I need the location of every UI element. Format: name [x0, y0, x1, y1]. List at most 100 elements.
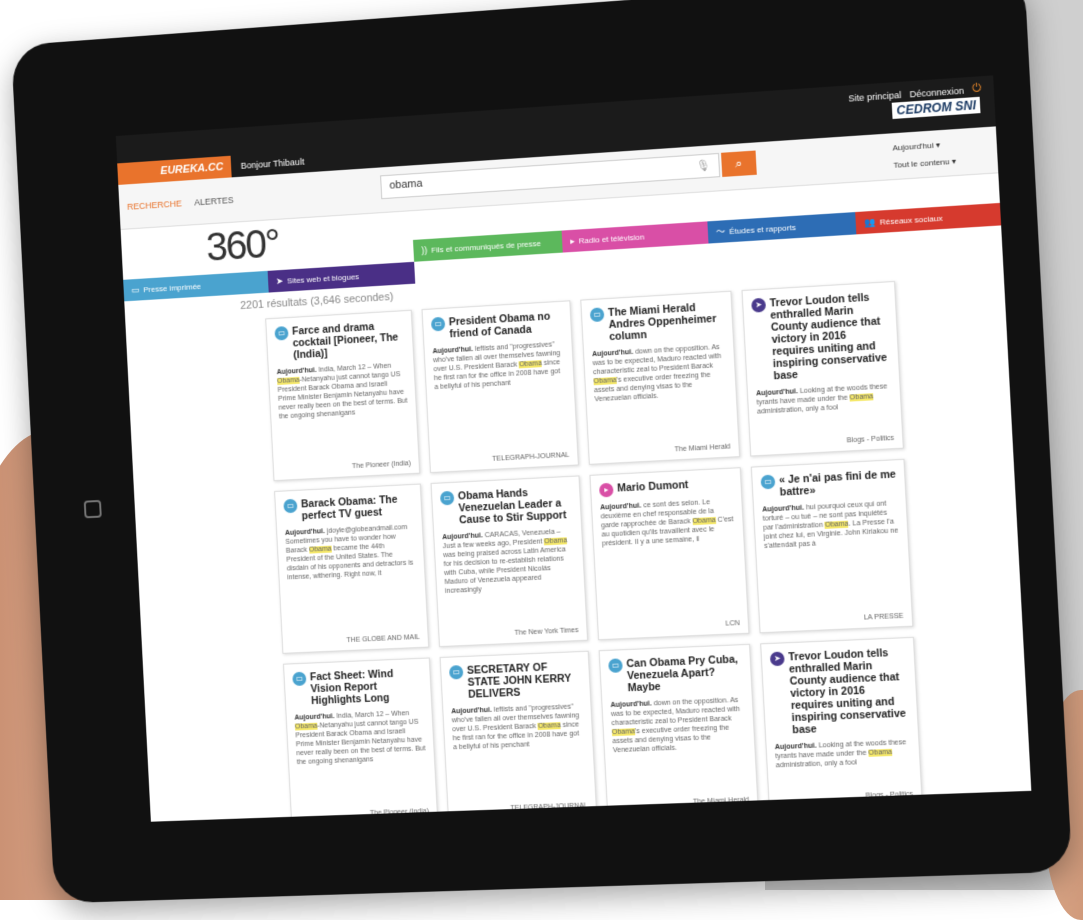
card-header: ▭ Barack Obama: The perfect TV guest — [283, 493, 413, 523]
tab-radio-television[interactable]: ▸ Radio et télévision — [561, 221, 709, 253]
card-highlight: Obama — [308, 545, 332, 554]
result-card[interactable]: ▭ President Obama no friend of Canada Aujo… — [421, 300, 579, 474]
card-header: ▭ Can Obama Pry Cuba, Venezuela Apart? Ma… — [608, 653, 743, 695]
tab-etudes-rapports[interactable]: 〜 Études et rapports — [707, 212, 857, 244]
result-card[interactable]: ▭ Can Obama Pry Cuba, Venezuela Apart? Ma… — [598, 643, 759, 816]
results-count: 2201 résultats (3,646 secondes) — [239, 290, 394, 313]
card-header: ▭ Farce and drama cocktail [Pioneer, The … — [274, 319, 405, 362]
search-icon: ⌕ — [734, 155, 743, 172]
category-label: Presse imprimée — [143, 281, 202, 295]
card-snippet: Aujourd'hui. leftists and "progressives"… — [432, 340, 565, 392]
result-card[interactable]: ▸ Mario Dumont Aujourd'hui. ce sont des se… — [589, 467, 750, 641]
people-icon: 👥 — [863, 216, 876, 228]
card-lead: Aujourd'hui. — [276, 366, 317, 377]
card-lead: Aujourd'hui. — [591, 348, 634, 359]
card-title[interactable]: Fact Sheet: Wind Vision Report Highlight… — [310, 667, 423, 707]
card-highlight: Obama — [537, 722, 562, 730]
category-label: Radio et télévision — [578, 232, 645, 246]
category-label: Sites web et blogues — [286, 272, 360, 286]
category-label: Fils et communiqués de presse — [431, 238, 542, 255]
card-source: The Miami Herald — [692, 796, 750, 806]
card-highlight: Obama — [518, 360, 543, 369]
cursor-icon: ➤ — [275, 275, 284, 287]
search-button[interactable]: ⌕ — [721, 150, 757, 177]
result-card[interactable]: ▭ Farce and drama cocktail [Pioneer, The … — [265, 309, 421, 482]
card-highlight: Obama — [277, 376, 300, 386]
card-header: ➤ Trevor Loudon tells enthralled Marin Co… — [751, 291, 891, 384]
card-title[interactable]: Barack Obama: The perfect TV guest — [301, 493, 414, 523]
tab-presse-imprimee[interactable]: ▭ Presse imprimée — [123, 270, 269, 302]
card-source: LCN — [725, 619, 740, 628]
result-card[interactable]: ▭ SECRETARY OF STATE JOHN KERRY DELIVERS A… — [439, 650, 598, 822]
content-filter[interactable]: Tout le contenu ▾ — [893, 153, 956, 174]
cursor-icon: ➤ — [751, 297, 767, 313]
card-header: ▭ « Je n'ai pas fini de me battre» — [760, 468, 896, 499]
newspaper-icon: ▭ — [274, 326, 289, 341]
card-highlight: Obama — [868, 748, 893, 757]
result-card[interactable]: ▭ Fact Sheet: Wind Vision Report Highligh… — [282, 657, 439, 822]
chart-line-icon: 〜 — [715, 226, 726, 237]
search-query: obama — [389, 177, 423, 192]
card-lead: Aujourd'hui. — [610, 700, 652, 710]
result-card[interactable]: ➤ Trevor Loudon tells enthralled Marin Co… — [741, 280, 904, 457]
card-highlight: Obama — [611, 728, 636, 737]
card-title[interactable]: Can Obama Pry Cuba, Venezuela Apart? May… — [626, 653, 743, 694]
card-snippet: Aujourd'hui. jdoyle@globeandmail.com Som… — [285, 523, 417, 583]
tab-reseaux-sociaux[interactable]: 👥 Réseaux sociaux — [855, 202, 1002, 235]
microphone-icon[interactable]: 🎙 — [696, 159, 711, 173]
card-title[interactable]: Mario Dumont — [617, 479, 689, 495]
card-title[interactable]: The Miami Herald Andres Oppenheimer colu… — [608, 300, 725, 343]
card-snippet-post: administration, only a fool — [775, 759, 858, 770]
card-title[interactable]: Farce and drama cocktail [Pioneer, The (… — [292, 319, 405, 361]
card-source: TELEGRAPH-JOURNAL — [510, 802, 588, 813]
card-title[interactable]: SECRETARY OF STATE JOHN KERRY DELIVERS — [467, 660, 582, 700]
card-source: The New York Times — [514, 627, 579, 637]
card-snippet: Aujourd'hui. Looking at the woods these … — [775, 738, 912, 770]
card-title[interactable]: Trevor Loudon tells enthralled Marin Cou… — [769, 291, 890, 383]
result-card[interactable]: ▭ Obama Hands Venezuelan Leader a Cause t… — [430, 475, 589, 648]
newspaper-icon: ▭ — [430, 316, 446, 332]
card-title[interactable]: Trevor Loudon tells enthralled Marin Cou… — [788, 646, 909, 736]
result-card[interactable]: ▭ « Je n'ai pas fini de me battre» Aujourd… — [750, 458, 914, 634]
rss-icon: )) — [421, 245, 428, 256]
tab-sites-web[interactable]: ➤ Sites web et blogues — [267, 261, 416, 293]
card-header: ➤ Trevor Loudon tells enthralled Marin Co… — [769, 646, 910, 737]
card-snippet: Aujourd'hui. India, March 12 – When Obam… — [294, 709, 426, 768]
result-card[interactable]: ➤ Trevor Loudon tells enthralled Marin Co… — [760, 636, 923, 811]
card-lead: Aujourd'hui. — [755, 388, 799, 398]
newspaper-icon: ▭ — [608, 658, 623, 673]
tablet-screen: Site principal Déconnexion ⏻ CEDROM SNI … — [115, 75, 1032, 822]
card-header: ▸ Mario Dumont — [598, 477, 733, 498]
card-header: ▭ Obama Hands Venezuelan Leader a Cause t… — [439, 485, 573, 527]
card-snippet-post: administration, only a fool — [756, 404, 839, 416]
result-card[interactable]: ▭ The Miami Herald Andres Oppenheimer col… — [580, 290, 741, 465]
tab-recherche[interactable]: RECHERCHE — [127, 198, 182, 211]
filters: Aujourd'hui ▾ Tout le contenu ▾ — [892, 135, 956, 174]
newspaper-icon: ▭ — [283, 498, 298, 514]
result-card[interactable]: ▭ Barack Obama: The perfect TV guest Aujou… — [274, 483, 430, 654]
card-highlight: Obama — [692, 516, 716, 526]
card-lead: Aujourd'hui. — [762, 504, 805, 514]
category-label: Réseaux sociaux — [879, 213, 943, 227]
card-header: ▭ SECRETARY OF STATE JOHN KERRY DELIVERS — [448, 660, 582, 701]
newspaper-icon: ▭ — [760, 474, 776, 490]
card-snippet: Aujourd'hui. down on the opposition. As … — [610, 696, 746, 756]
cursor-icon: ➤ — [769, 651, 785, 667]
card-title[interactable]: Obama Hands Venezuelan Leader a Cause to… — [458, 485, 573, 526]
card-highlight: Obama — [294, 722, 318, 731]
home-button[interactable] — [83, 499, 102, 519]
tab-fils-communiques[interactable]: )) Fils et communiqués de presse — [412, 230, 563, 262]
newspaper-icon: ▭ — [439, 490, 455, 506]
card-source: THE GLOBE AND MAIL — [346, 633, 420, 645]
card-title[interactable]: « Je n'ai pas fini de me battre» — [779, 468, 897, 498]
site-principal-link[interactable]: Site principal — [848, 89, 902, 103]
tab-alertes[interactable]: ALERTES — [194, 195, 234, 207]
newspaper-icon: ▭ — [448, 665, 464, 680]
card-source: LA PRESSE — [863, 612, 904, 622]
power-icon[interactable]: ⏻ — [972, 82, 982, 96]
card-highlight: Obama — [849, 393, 874, 402]
card-title[interactable]: President Obama no friend of Canada — [449, 310, 563, 341]
card-source: The Miami Herald — [674, 443, 731, 454]
card-lead: Aujourd'hui. — [774, 742, 817, 752]
logout-link[interactable]: Déconnexion — [909, 85, 964, 99]
